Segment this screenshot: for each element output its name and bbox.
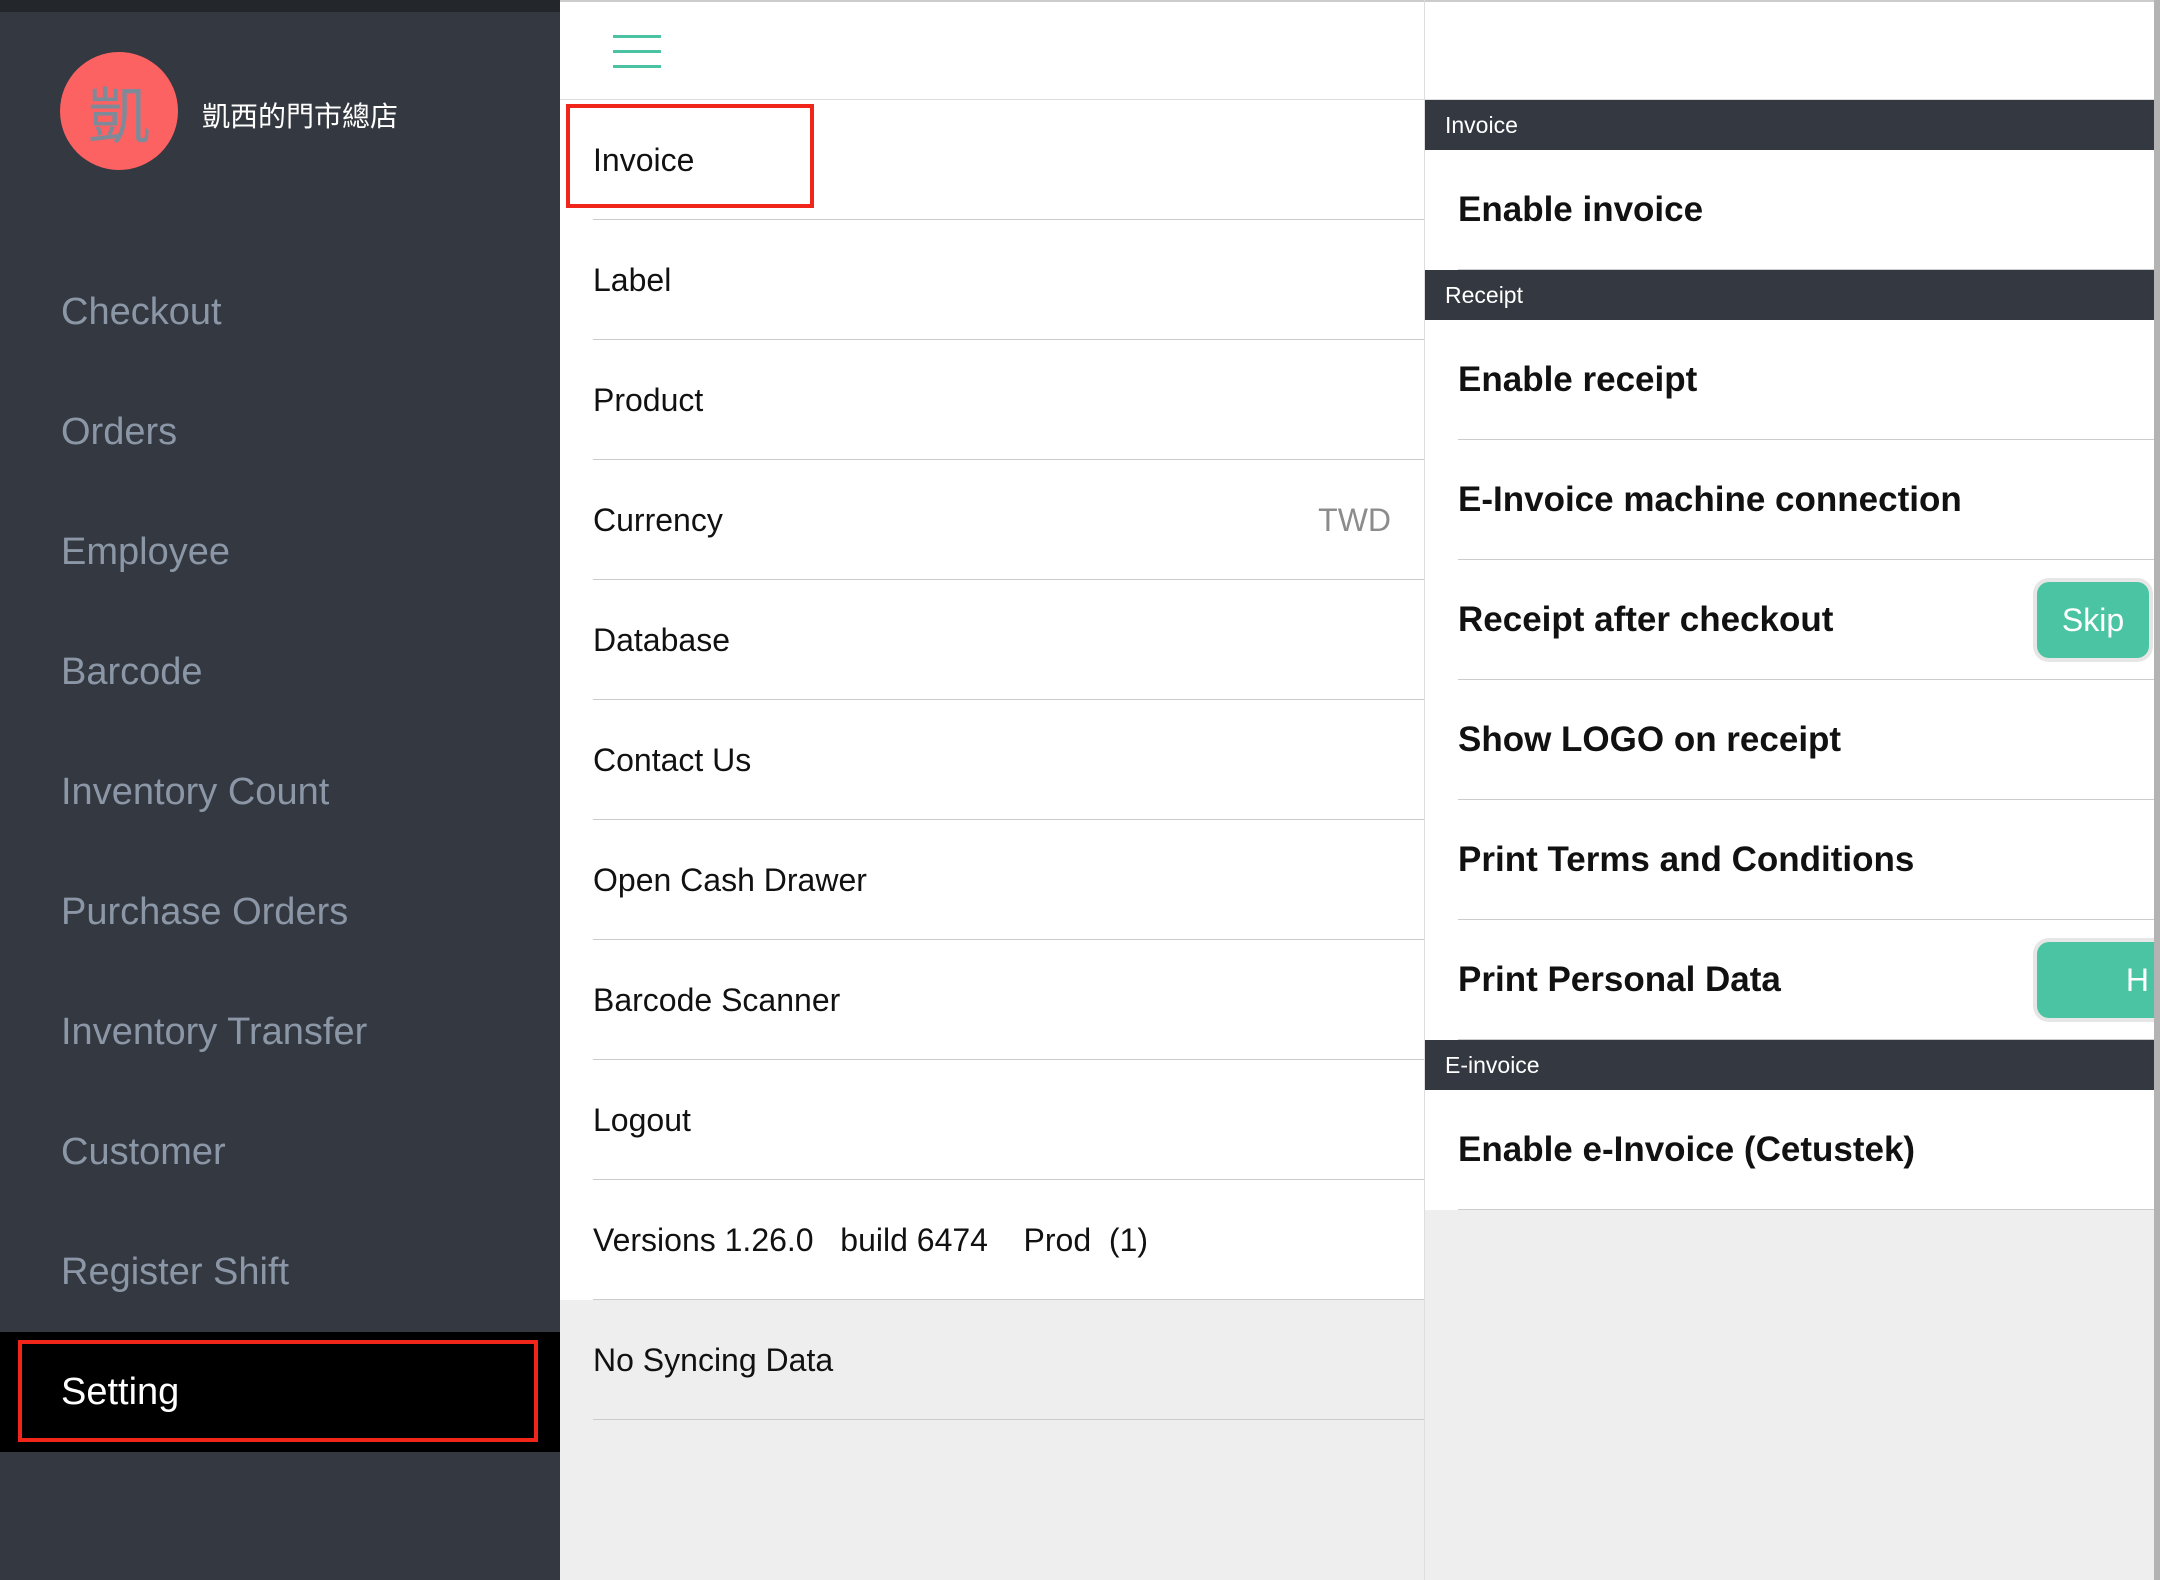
menu-item-database[interactable]: Database — [560, 580, 1424, 700]
option-button[interactable]: H — [2037, 942, 2160, 1018]
sidebar-item-label: Employee — [61, 530, 230, 573]
setting-row-e-invoice-machine-connection[interactable]: E-Invoice machine connection — [1425, 440, 2160, 560]
sidebar-item-label: Checkout — [61, 290, 222, 333]
store-name: 凱西的門市總店 — [202, 100, 399, 133]
sidebar-item-inventory-count[interactable]: Inventory Count — [0, 732, 560, 852]
setting-label: Enable e-Invoice (Cetustek) — [1458, 1130, 1916, 1169]
sidebar-item-label: Inventory Transfer — [61, 1010, 368, 1053]
setting-row-print-personal-data[interactable]: Print Personal Data H — [1425, 920, 2160, 1040]
menu-item-open-cash-drawer[interactable]: Open Cash Drawer — [560, 820, 1424, 940]
menu-item-label: Label — [593, 261, 672, 298]
setting-row-enable-receipt[interactable]: Enable receipt — [1425, 320, 2160, 440]
hamburger-icon[interactable] — [613, 35, 661, 80]
sidebar-item-employee[interactable]: Employee — [0, 492, 560, 612]
menu-item-product[interactable]: Product — [560, 340, 1424, 460]
setting-label: E-Invoice machine connection — [1458, 480, 1962, 519]
sidebar-item-label: Register Shift — [61, 1250, 290, 1293]
sidebar-item-label: Customer — [61, 1130, 226, 1173]
store-avatar: 凱 — [60, 52, 178, 170]
menu-item-label: Open Cash Drawer — [593, 861, 867, 898]
setting-row-show-logo-on-receipt[interactable]: Show LOGO on receipt — [1425, 680, 2160, 800]
sidebar-item-label: Barcode — [61, 650, 203, 693]
settings-menu: Invoice Label Product Currency TWD Database Co… — [560, 0, 1425, 1580]
setting-row-receipt-after-checkout[interactable]: Receipt after checkout Skip — [1425, 560, 2160, 680]
highlight-box — [566, 104, 814, 208]
sidebar-item-purchase-orders[interactable]: Purchase Orders — [0, 852, 560, 972]
menu-item-label: Barcode Scanner — [593, 981, 841, 1018]
menu-item-currency[interactable]: Currency TWD — [560, 460, 1424, 580]
setting-label: Receipt after checkout — [1458, 600, 1834, 639]
menu-item-label: Product — [593, 381, 704, 418]
menu-item-label: Database — [593, 621, 730, 658]
menu-item-invoice[interactable]: Invoice — [560, 100, 1424, 220]
menu-item-logout[interactable]: Logout — [560, 1060, 1424, 1180]
sidebar-item-barcode[interactable]: Barcode — [0, 612, 560, 732]
menu-item-value: TWD — [1318, 501, 1391, 538]
menu-item-label: Versions 1.26.0 build 6474 Prod (1) — [593, 1221, 1148, 1258]
setting-label: Enable receipt — [1458, 360, 1698, 399]
menu-item-label[interactable]: Label — [560, 220, 1424, 340]
sidebar-item-orders[interactable]: Orders — [0, 372, 560, 492]
menu-header — [560, 0, 1424, 100]
sync-status: No Syncing Data — [560, 1300, 1424, 1420]
setting-row-enable-invoice[interactable]: Enable invoice — [1425, 150, 2160, 270]
section-header-e-invoice: E-invoice — [1425, 1040, 2160, 1090]
menu-item-contact-us[interactable]: Contact Us — [560, 700, 1424, 820]
sidebar-item-inventory-transfer[interactable]: Inventory Transfer — [0, 972, 560, 1092]
panel-header — [1425, 0, 2160, 100]
setting-label: Enable invoice — [1458, 190, 1704, 229]
menu-item-label: Logout — [593, 1101, 691, 1138]
section-header-invoice: Invoice — [1425, 100, 2160, 150]
setting-row-enable-e-invoice-cetustek[interactable]: Enable e-Invoice (Cetustek) — [1425, 1090, 2160, 1210]
menu-item-label: Currency — [593, 501, 723, 538]
section-header-receipt: Receipt — [1425, 270, 2160, 320]
sidebar-item-checkout[interactable]: Checkout — [0, 252, 560, 372]
menu-item-barcode-scanner[interactable]: Barcode Scanner — [560, 940, 1424, 1060]
setting-label: Print Personal Data — [1458, 960, 1781, 999]
scrollbar[interactable] — [2154, 0, 2160, 1580]
highlight-box — [18, 1340, 538, 1442]
sidebar-item-label: Orders — [61, 410, 178, 453]
sidebar-item-label: Inventory Count — [61, 770, 330, 813]
sidebar: 凱 凱西的門市總店 Checkout Orders Employee Barcode I… — [0, 0, 560, 1580]
setting-label: Show LOGO on receipt — [1458, 720, 1842, 759]
sidebar-item-label: Purchase Orders — [61, 890, 349, 933]
sync-status-text: No Syncing Data — [593, 1341, 834, 1378]
invoice-settings-panel: Invoice Enable invoice Receipt Enable recei… — [1425, 0, 2160, 1580]
sidebar-item-customer[interactable]: Customer — [0, 1092, 560, 1212]
menu-item-label: Contact Us — [593, 741, 752, 778]
setting-label: Print Terms and Conditions — [1458, 840, 1915, 879]
sidebar-item-register-shift[interactable]: Register Shift — [0, 1212, 560, 1332]
menu-item-versions-1-26-0-buil: Versions 1.26.0 build 6474 Prod (1) — [560, 1180, 1424, 1300]
setting-row-print-terms-and-conditions[interactable]: Print Terms and Conditions — [1425, 800, 2160, 920]
option-button[interactable]: Skip — [2037, 582, 2149, 658]
